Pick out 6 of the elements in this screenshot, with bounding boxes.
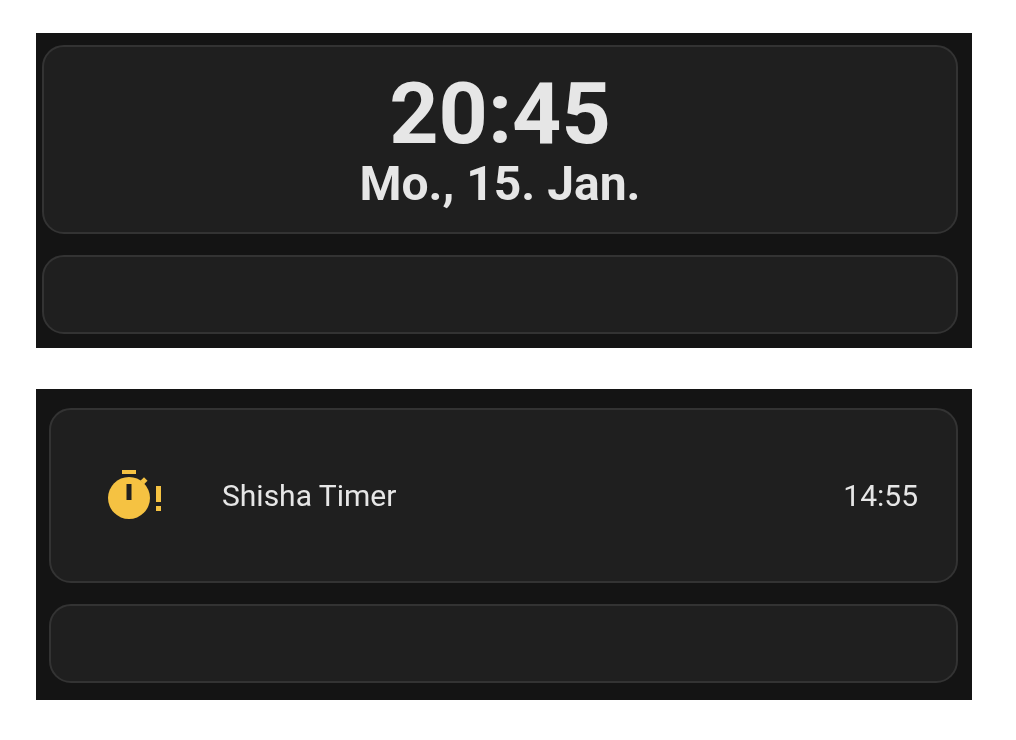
timer-card[interactable]: Shisha Timer 14:55 [49, 408, 958, 583]
clock-time: 20:45 [389, 69, 611, 159]
timer-name: Shisha Timer [222, 478, 398, 513]
stopwatch-alert-icon [108, 469, 164, 522]
clock-date: Mo., 15. Jan. [359, 159, 641, 209]
timer-remaining: 14:55 [843, 478, 918, 513]
